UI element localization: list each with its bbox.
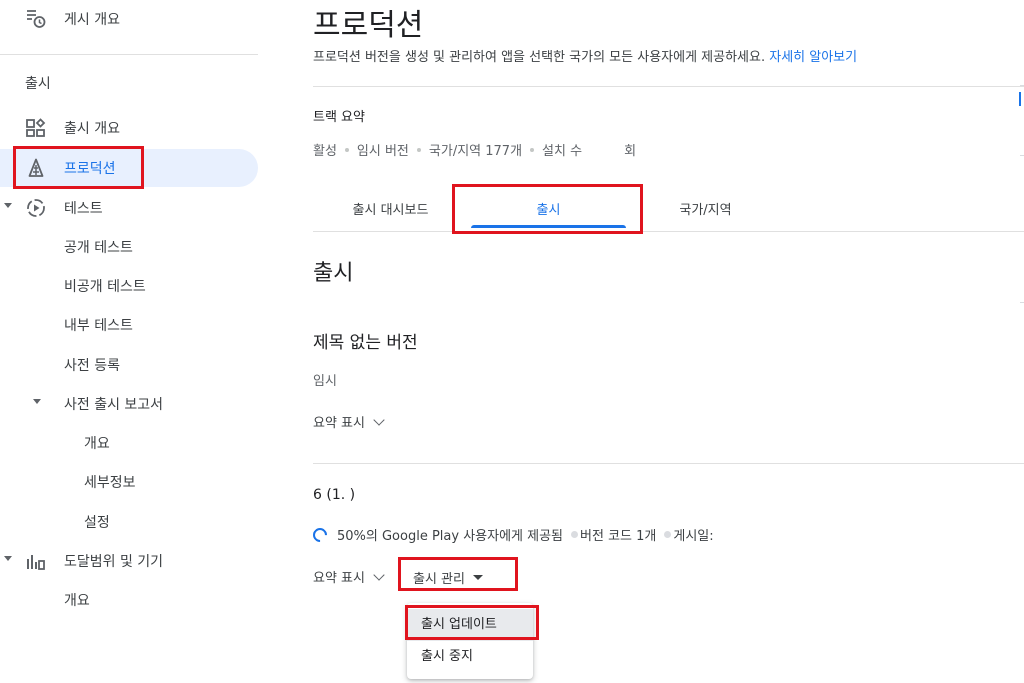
dashboard-icon (25, 117, 47, 139)
sidebar-item-label: 비공개 테스트 (64, 279, 146, 295)
edge-fragment (1019, 92, 1024, 106)
testing-icon (25, 197, 47, 219)
sidebar-item-pre-registration[interactable]: 사전 등록 (0, 346, 258, 384)
divider (313, 86, 1024, 87)
track-summary-label: 트랙 요약 (313, 110, 365, 125)
separator-dot (664, 531, 672, 538)
sidebar-item-label: 설정 (84, 515, 110, 531)
draft-release-title: 제목 없는 버전 (313, 333, 418, 353)
sidebar-item-production[interactable]: 프로덕션 (0, 149, 258, 187)
main-content: 프로덕션 프로덕션 버전을 생성 및 관리하여 앱을 선택한 국가의 모든 사용… (268, 0, 1024, 683)
manage-release-menu: 출시 업데이트 출시 중지 (407, 603, 533, 679)
expand-caret-icon[interactable] (4, 556, 12, 561)
active-release-number: 6 (1. ) (313, 487, 356, 503)
active-tab-indicator (471, 225, 626, 228)
sidebar-item-label: 공개 테스트 (64, 240, 133, 256)
releases-heading: 출시 (313, 261, 354, 286)
separator-dot (416, 147, 421, 152)
sidebar-item-label: 출시 개요 (64, 121, 120, 137)
sidebar-item-label: 사전 등록 (64, 358, 120, 374)
track-status: 활성 (313, 144, 337, 159)
tab-countries[interactable]: 국가/지역 (653, 196, 758, 232)
rollout-text: 50%의 Google Play 사용자에게 제공됨 (337, 529, 564, 544)
tabs-divider (313, 231, 1024, 232)
divider (313, 463, 1024, 464)
sidebar-item-publishing-overview[interactable]: 게시 개요 (0, 0, 258, 38)
page-title: 프로덕션 (313, 8, 424, 43)
separator-dot (530, 147, 535, 152)
sidebar-item-release-overview[interactable]: 출시 개요 (0, 109, 258, 147)
divider (0, 54, 258, 55)
rollout-row: 50%의 Google Play 사용자에게 제공됨 버전 코드 1개 게시일: (310, 524, 714, 545)
sidebar-item-label: 테스트 (64, 201, 103, 217)
sidebar-item-report-details[interactable]: 세부정보 (0, 463, 258, 501)
published-date-label: 게시일: (673, 529, 714, 544)
edge-divider (1020, 302, 1024, 303)
description-text: 프로덕션 버전을 생성 및 관리하여 앱을 선택한 국가의 모든 사용자에게 제… (313, 50, 766, 65)
sidebar-item-label: 개요 (64, 593, 90, 609)
edge-divider (1020, 155, 1024, 156)
sidebar-item-label: 도달범위 및 기기 (64, 554, 164, 570)
sidebar-item-internal-testing[interactable]: 내부 테스트 (0, 306, 258, 344)
draft-show-summary-toggle[interactable]: 요약 표시 (313, 412, 385, 431)
chevron-down-icon (373, 568, 385, 581)
sidebar-section-label: 출시 (25, 76, 51, 92)
sidebar-item-report-overview[interactable]: 개요 (0, 424, 258, 462)
track-installs-suffix: 회 (624, 144, 637, 159)
sidebar-item-testing[interactable]: 테스트 (0, 189, 258, 227)
bar-chart-icon (25, 550, 47, 572)
sidebar-item-label: 사전 출시 보고서 (64, 397, 164, 413)
version-code-count: 버전 코드 1개 (580, 529, 657, 544)
sidebar-item-closed-testing[interactable]: 비공개 테스트 (0, 267, 258, 305)
tab-release-dashboard[interactable]: 출시 대시보드 (333, 196, 448, 232)
learn-more-link[interactable]: 자세히 알아보기 (769, 50, 857, 65)
track-release-type: 임시 버전 (356, 144, 409, 159)
sidebar: 게시 개요 출시 출시 개요 프로덕션 테스트 공개 테스트 비공개 테스트 내… (0, 0, 268, 683)
dropdown-arrow-icon (472, 574, 483, 580)
production-icon (25, 157, 47, 179)
menu-item-update-rollout[interactable]: 출시 업데이트 (407, 609, 533, 641)
chevron-down-icon (373, 413, 385, 426)
track-installs-label: 설치 수 (542, 144, 583, 159)
sidebar-item-report-settings[interactable]: 설정 (0, 503, 258, 541)
track-summary-row: 활성 임시 버전 국가/지역 177개 설치 수 회 (313, 140, 636, 159)
rollout-progress-icon (310, 524, 330, 545)
active-show-summary-toggle[interactable]: 요약 표시 (313, 567, 385, 586)
sidebar-item-reach-devices[interactable]: 도달범위 및 기기 (0, 542, 258, 580)
publishing-overview-icon (25, 8, 47, 30)
manage-release-button[interactable]: 출시 관리 (405, 565, 491, 589)
track-countries: 국가/지역 177개 (428, 144, 523, 159)
expand-caret-icon[interactable] (4, 203, 12, 208)
sidebar-item-reach-overview[interactable]: 개요 (0, 581, 258, 619)
edge-divider (1020, 85, 1024, 86)
manage-release-label: 출시 관리 (413, 571, 465, 587)
page-description: 프로덕션 버전을 생성 및 관리하여 앱을 선택한 국가의 모든 사용자에게 제… (313, 46, 857, 65)
show-summary-label: 요약 표시 (313, 571, 365, 586)
sidebar-item-pre-launch-report[interactable]: 사전 출시 보고서 (0, 385, 258, 423)
sidebar-item-label: 게시 개요 (64, 12, 120, 28)
sidebar-item-label: 내부 테스트 (64, 318, 133, 334)
draft-release-status: 임시 (313, 374, 337, 389)
show-summary-label: 요약 표시 (313, 416, 365, 431)
sidebar-item-label: 세부정보 (84, 475, 136, 491)
menu-item-halt-rollout[interactable]: 출시 중지 (407, 641, 533, 673)
separator-dot (571, 531, 579, 538)
sidebar-item-label: 개요 (84, 436, 110, 452)
expand-caret-icon[interactable] (33, 399, 41, 404)
sidebar-item-open-testing[interactable]: 공개 테스트 (0, 228, 258, 266)
separator-dot (344, 147, 349, 152)
sidebar-item-label: 프로덕션 (64, 161, 116, 177)
